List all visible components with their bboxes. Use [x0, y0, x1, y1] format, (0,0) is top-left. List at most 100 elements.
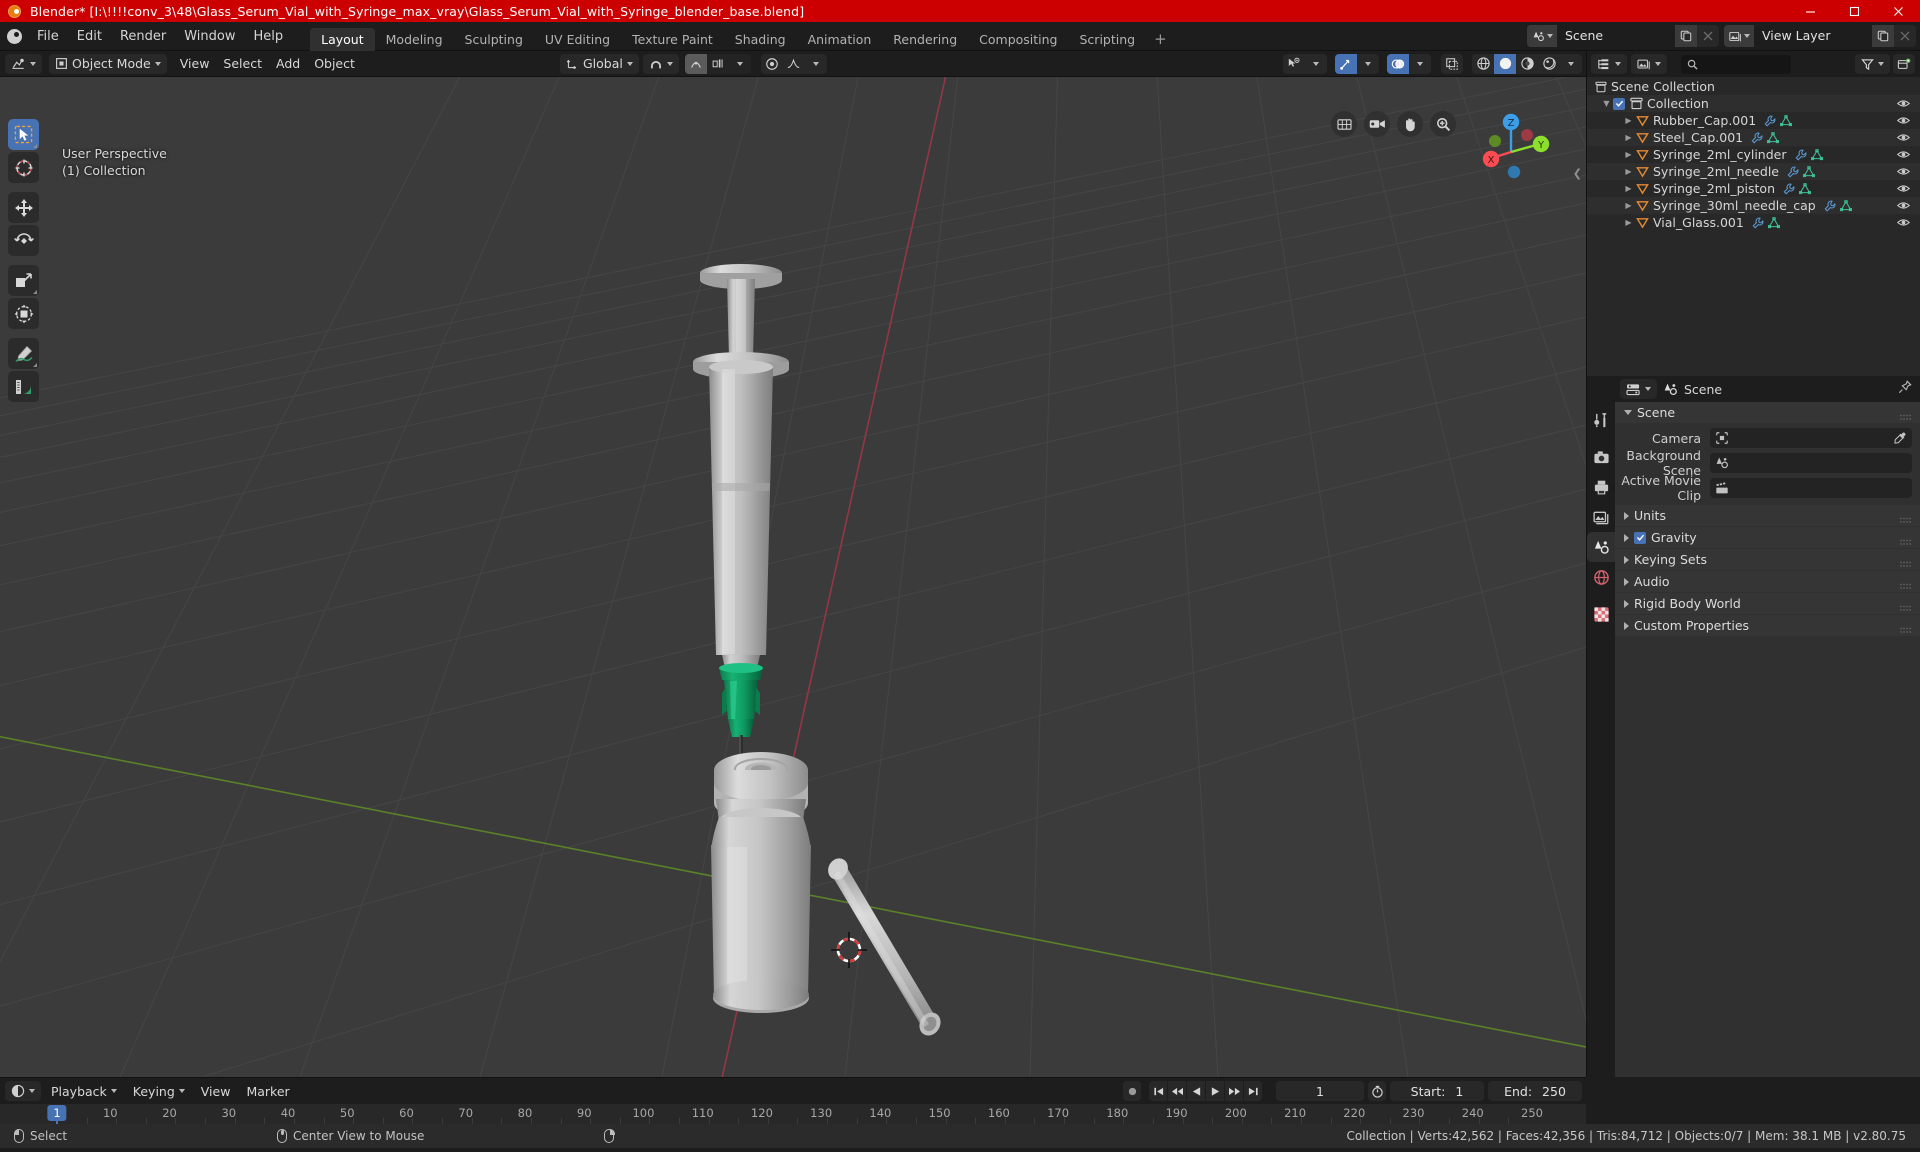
move-tool[interactable] [8, 192, 39, 223]
cursor-tool[interactable] [8, 152, 39, 183]
menu-file[interactable]: File [28, 26, 68, 47]
gravity-checkbox[interactable] [1634, 531, 1646, 544]
pin-icon[interactable] [1898, 380, 1912, 398]
falloff-curve-selector[interactable] [782, 53, 805, 74]
xray-toggle[interactable] [1441, 53, 1463, 74]
menu-window[interactable]: Window [175, 26, 244, 47]
end-frame-field[interactable]: End: 250 [1488, 1081, 1582, 1101]
timeline-menu-marker[interactable]: Marker [240, 1081, 295, 1101]
rotate-tool[interactable] [8, 225, 39, 256]
tweak-select-box-tool[interactable] [8, 119, 39, 150]
shading-dropdown[interactable] [1560, 53, 1582, 74]
transform-tool[interactable] [8, 298, 39, 329]
blender-app-menu-icon[interactable] [0, 22, 28, 51]
panel-header-scene[interactable]: Scene [1615, 402, 1920, 423]
mode-selector[interactable]: Object Mode [49, 53, 167, 74]
panel-header-rigid-body-world[interactable]: Rigid Body World [1615, 593, 1920, 614]
jump-to-end-button[interactable] [1244, 1081, 1262, 1101]
camera-view-icon[interactable] [1364, 111, 1390, 137]
annotate-tool[interactable] [8, 338, 39, 369]
tool-properties-tab[interactable] [1587, 405, 1615, 435]
outliner-row-object[interactable]: ▶ Syringe_2ml_needle [1587, 163, 1920, 180]
remove-view-layer-button[interactable] [1894, 25, 1916, 47]
outliner-visibility-eye-icon[interactable] [1896, 216, 1911, 231]
outliner-search-input[interactable] [1681, 54, 1791, 74]
view-layer-properties-tab[interactable] [1587, 502, 1615, 532]
play-reverse-button[interactable] [1187, 1081, 1205, 1101]
panel-header-custom-properties[interactable]: Custom Properties [1615, 615, 1920, 636]
timeline-menu-playback[interactable]: Playback [45, 1081, 123, 1101]
active-movie-clip-field[interactable] [1710, 478, 1912, 498]
expand-triangle-icon[interactable]: ▶ [1623, 167, 1634, 176]
outliner-visibility-eye-icon[interactable] [1896, 199, 1911, 214]
previous-keyframe-button[interactable] [1168, 1081, 1186, 1101]
current-frame-field[interactable]: 1 [1276, 1081, 1364, 1101]
start-frame-field[interactable]: Start: 1 [1390, 1081, 1484, 1101]
timeline-ruler[interactable]: 10 20 30 40 50 60 70 80 90 100 110 120 130 140 150 160 1… [0, 1104, 1586, 1124]
gizmo-dropdown[interactable] [1357, 53, 1379, 74]
measure-tool[interactable] [8, 371, 39, 402]
expand-triangle-icon[interactable]: ▶ [1623, 133, 1634, 142]
panel-header-audio[interactable]: Audio [1615, 571, 1920, 592]
outliner-visibility-eye-icon[interactable] [1896, 165, 1911, 180]
gizmo-toggle[interactable] [1335, 53, 1357, 74]
render-properties-tab[interactable] [1587, 442, 1615, 472]
outliner-row-collection[interactable]: ▼ Collection [1587, 95, 1920, 112]
outliner-row-object[interactable]: ▶ Steel_Cap.001 [1587, 129, 1920, 146]
timeline-playhead[interactable]: 1 [47, 1105, 67, 1121]
outliner-row-object[interactable]: ▶ Rubber_Cap.001 [1587, 112, 1920, 129]
new-collection-button[interactable] [1893, 54, 1915, 74]
proportional-edit-toggle[interactable] [684, 53, 707, 74]
scene-properties-tab[interactable] [1587, 532, 1615, 562]
scene-selector[interactable]: Scene [1527, 25, 1719, 47]
panel-header-gravity[interactable]: Gravity [1615, 527, 1920, 548]
zoom-magnifier-icon[interactable] [1430, 111, 1456, 137]
editor-type-properties-icon[interactable] [1620, 379, 1657, 399]
expand-triangle-icon[interactable]: ▼ [1601, 99, 1612, 108]
outliner-visibility-eye-icon[interactable] [1896, 114, 1911, 129]
workspace-add-button[interactable]: + [1146, 28, 1175, 51]
collection-checkbox[interactable] [1613, 97, 1625, 110]
overlays-toggle[interactable] [1387, 53, 1409, 74]
workspace-tab-scripting[interactable]: Scripting [1069, 28, 1147, 51]
object-types-visibility-dropdown[interactable] [1305, 53, 1327, 74]
workspace-tab-layout[interactable]: Layout [310, 27, 375, 51]
texture-properties-tab[interactable] [1587, 599, 1615, 629]
close-button[interactable] [1876, 0, 1920, 22]
outliner-visibility-eye-icon[interactable] [1896, 148, 1911, 163]
toggle-orthographic-grid-icon[interactable] [1331, 111, 1357, 137]
3d-viewport[interactable]: Object Mode View Select Add Object Globa… [0, 51, 1586, 1077]
snap-target-selector[interactable] [706, 53, 729, 74]
expand-triangle-icon[interactable]: ▶ [1623, 150, 1634, 159]
expand-triangle-icon[interactable]: ▶ [1623, 116, 1634, 125]
outliner-filter-button[interactable] [1855, 54, 1890, 74]
workspace-tab-modeling[interactable]: Modeling [375, 28, 454, 51]
workspace-tab-rendering[interactable]: Rendering [882, 28, 968, 51]
view-layer-selector[interactable]: View Layer [1724, 25, 1916, 47]
hand-pan-icon[interactable] [1397, 111, 1423, 137]
workspace-tab-uv-editing[interactable]: UV Editing [534, 28, 621, 51]
workspace-tab-animation[interactable]: Animation [797, 28, 883, 51]
outliner-display-mode-selector[interactable] [1631, 54, 1667, 74]
maximize-button[interactable] [1832, 0, 1876, 22]
overlays-dropdown[interactable] [1409, 53, 1431, 74]
shading-rendered-button[interactable] [1538, 53, 1560, 74]
viewport-menu-object[interactable]: Object [308, 54, 361, 74]
scene-name[interactable]: Scene [1557, 25, 1675, 47]
timeline-menu-view[interactable]: View [195, 1081, 237, 1101]
outliner-row-object[interactable]: ▶ Vial_Glass.001 [1587, 214, 1920, 231]
next-keyframe-button[interactable] [1225, 1081, 1243, 1101]
outliner-row-object[interactable]: ▶ Syringe_30ml_needle_cap [1587, 197, 1920, 214]
viewport-sidebar-expand-arrow[interactable]: ❮ [1573, 167, 1582, 180]
workspace-tab-compositing[interactable]: Compositing [968, 28, 1068, 51]
panel-header-units[interactable]: Units [1615, 505, 1920, 526]
eyedropper-icon[interactable] [1893, 431, 1907, 449]
new-view-layer-button[interactable] [1872, 25, 1894, 47]
expand-triangle-icon[interactable]: ▶ [1623, 184, 1634, 193]
menu-render[interactable]: Render [111, 26, 175, 47]
workspace-tab-sculpting[interactable]: Sculpting [454, 28, 534, 51]
shading-material-preview-button[interactable] [1516, 53, 1538, 74]
editor-type-timeline-icon[interactable] [5, 1081, 41, 1101]
object-types-visibility-toggle[interactable] [1283, 53, 1305, 74]
viewport-canvas[interactable]: User Perspective (1) Collection Z Y X ❮ [0, 77, 1586, 1077]
